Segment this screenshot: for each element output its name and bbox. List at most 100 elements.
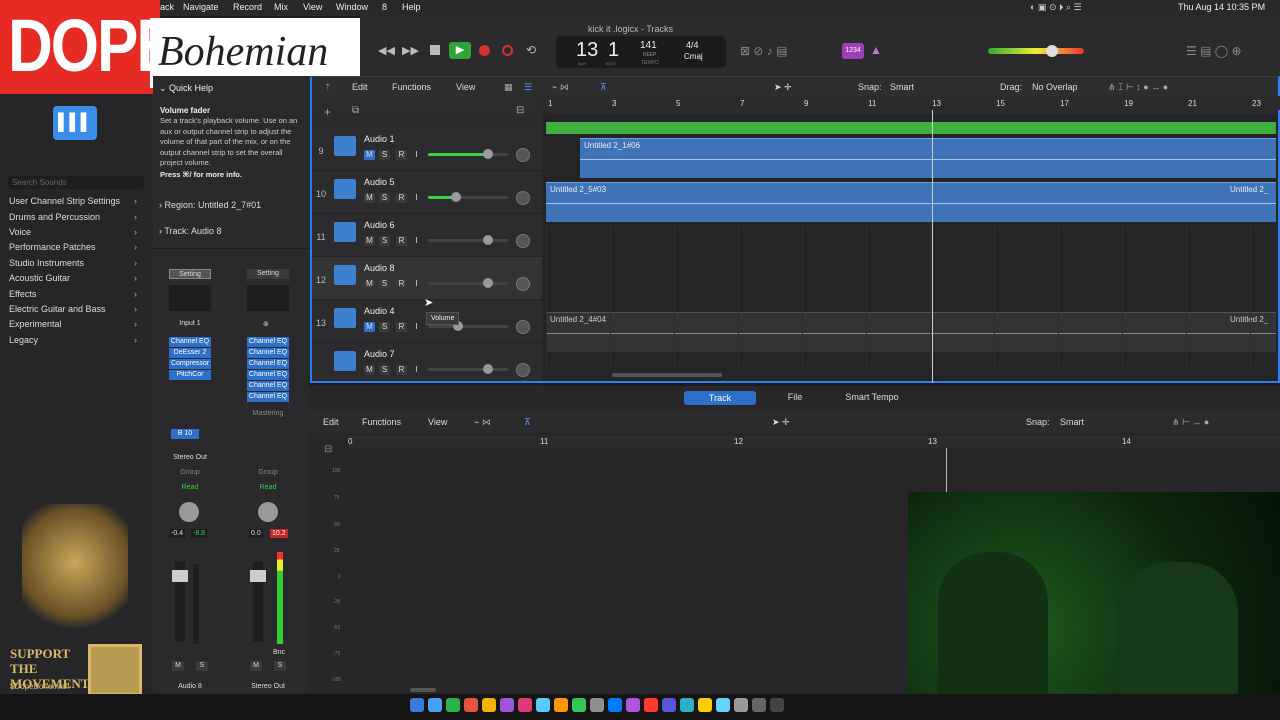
tab-smart-tempo[interactable]: Smart Tempo [832, 392, 912, 402]
audio-region[interactable]: Untitled 2_5#03 Untitled 2_ [546, 182, 1276, 222]
bar-ruler[interactable]: 1 3 5 7 9 11 13 15 17 19 21 23 [542, 96, 1280, 110]
menu-navigate[interactable]: Navigate [183, 2, 219, 12]
strip1-fader-cap[interactable] [172, 570, 188, 582]
pan-knob[interactable] [516, 277, 530, 291]
record-enable-button[interactable]: R [396, 322, 407, 332]
solo-button[interactable]: S [379, 236, 390, 246]
strip2-plugin[interactable]: Channel EQ [247, 348, 289, 358]
strip2-group[interactable]: Group [243, 469, 293, 476]
tracks-view-menu[interactable]: View [456, 82, 475, 92]
input-monitor-button[interactable]: I [411, 279, 422, 289]
waveform-zoom-icons[interactable]: ⋔ ⌶ ⊢ ↕ ● ↔ ● [1108, 82, 1168, 93]
chevron-down-icon[interactable]: ⌄ [159, 83, 169, 93]
tab-track[interactable]: Track [684, 391, 756, 405]
dock-app-icon[interactable] [536, 698, 550, 712]
dock-app-icon[interactable] [680, 698, 694, 712]
dock-app-icon[interactable] [572, 698, 586, 712]
rewind-button[interactable]: ◀◀ [378, 44, 395, 57]
menu-view[interactable]: View [303, 2, 322, 12]
strip2-fader-cap[interactable] [250, 570, 266, 582]
strip1-plugin[interactable]: PitchCor [169, 370, 211, 380]
tracks-functions-menu[interactable]: Functions [392, 82, 431, 92]
track-header[interactable]: Audio 7 M S R I [312, 343, 542, 386]
dock-app-icon[interactable] [716, 698, 730, 712]
dock-app-icon[interactable] [734, 698, 748, 712]
pan-knob[interactable] [516, 148, 530, 162]
input-monitor-button[interactable]: I [411, 322, 422, 332]
volume-knob[interactable] [451, 192, 461, 202]
grid-view-icon[interactable]: ▦ [504, 82, 513, 93]
dock-app-icon[interactable] [662, 698, 676, 712]
strip2-mastering[interactable]: Mastering [243, 410, 293, 417]
dock-app-icon[interactable] [554, 698, 568, 712]
solo-button[interactable]: S [379, 365, 390, 375]
strip1-input[interactable]: Input 1 [169, 320, 211, 327]
volume-fader[interactable] [428, 149, 508, 159]
strip1-send[interactable]: B 10 [171, 429, 199, 439]
strip1-output[interactable]: Stereo Out [165, 454, 215, 461]
pan-knob[interactable] [516, 363, 530, 377]
menu-record[interactable]: Record [233, 2, 262, 12]
solo-button[interactable]: S [379, 150, 390, 160]
volume-fader[interactable] [428, 192, 508, 202]
volume-fader[interactable] [428, 321, 508, 331]
dock-app-icon[interactable] [698, 698, 712, 712]
strip1-automation[interactable]: Read [165, 484, 215, 491]
track-name[interactable]: Audio 4 [364, 306, 395, 316]
dock-app-icon[interactable] [482, 698, 496, 712]
capture-record-button[interactable] [502, 45, 513, 56]
strip1-pan-knob[interactable] [179, 502, 199, 522]
dock-app-icon[interactable] [464, 698, 478, 712]
master-volume-knob[interactable] [1046, 45, 1058, 57]
library-item[interactable]: Electric Guitar and Bass › [9, 304, 137, 314]
record-button[interactable] [479, 45, 490, 56]
add-track-icon[interactable]: + [324, 105, 331, 119]
library-item[interactable]: User Channel Strip Settings › [9, 196, 137, 206]
waveform-icon[interactable] [334, 265, 356, 285]
tracks-edit-menu[interactable]: Edit [352, 82, 368, 92]
library-item[interactable]: Drums and Percussion › [9, 212, 137, 222]
menu-8[interactable]: 8 [382, 2, 387, 12]
dock-app-icon[interactable] [428, 698, 442, 712]
input-monitor-button[interactable]: I [411, 365, 422, 375]
catch-icon[interactable]: ⊼ [600, 82, 607, 93]
dock-app-icon[interactable] [518, 698, 532, 712]
pan-knob[interactable] [516, 320, 530, 334]
record-enable-button[interactable]: R [396, 279, 407, 289]
strip1-mute-button[interactable]: M [172, 661, 184, 671]
menu-mix[interactable]: Mix [274, 2, 288, 12]
library-item[interactable]: Legacy › [9, 335, 137, 345]
dock-app-icon[interactable] [626, 698, 640, 712]
mute-button[interactable]: M [364, 150, 375, 160]
strip1-plugin[interactable]: Compressor [169, 359, 211, 369]
library-item[interactable]: Voice › [9, 227, 137, 237]
automation-icon[interactable]: ⌁ ⋈ [552, 82, 569, 93]
library-item[interactable]: Acoustic Guitar › [9, 273, 137, 283]
strip2-plugin[interactable]: Channel EQ [247, 359, 289, 369]
list-view-icon[interactable]: ☰ [524, 82, 532, 93]
dock-app-icon[interactable] [752, 698, 766, 712]
input-monitor-button[interactable]: I [411, 193, 422, 203]
waveform-icon[interactable] [334, 136, 356, 156]
strip2-eq-thumbnail[interactable] [247, 285, 289, 311]
editor-view-menu[interactable]: View [428, 417, 447, 427]
volume-knob[interactable] [483, 278, 493, 288]
track-header[interactable]: 11 Audio 6 M S R I [312, 214, 542, 257]
strip2-pan-knob[interactable] [258, 502, 278, 522]
drag-select[interactable]: No Overlap [1032, 82, 1078, 92]
strip2-plugin[interactable]: Channel EQ [247, 370, 289, 380]
dock-app-icon[interactable] [770, 698, 784, 712]
strip2-plugin[interactable]: Channel EQ [247, 392, 289, 402]
strip2-mute-button[interactable]: M [250, 661, 262, 671]
master-volume-slider[interactable] [988, 45, 1084, 57]
volume-knob[interactable] [483, 364, 493, 374]
strip1-solo-button[interactable]: S [196, 661, 208, 671]
pan-knob[interactable] [516, 234, 530, 248]
solo-button[interactable]: S [379, 193, 390, 203]
library-search-input[interactable]: Search Sounds [8, 176, 144, 189]
volume-knob[interactable] [483, 149, 493, 159]
track-header[interactable]: 12 Audio 8 M S R I [312, 257, 542, 300]
input-monitor-button[interactable]: I [411, 150, 422, 160]
lcd-display[interactable]: 13 1 BAR BEAT 141 KEEP TEMPO 4/4 Cmaj [556, 36, 726, 68]
library-item[interactable]: Effects › [9, 289, 137, 299]
